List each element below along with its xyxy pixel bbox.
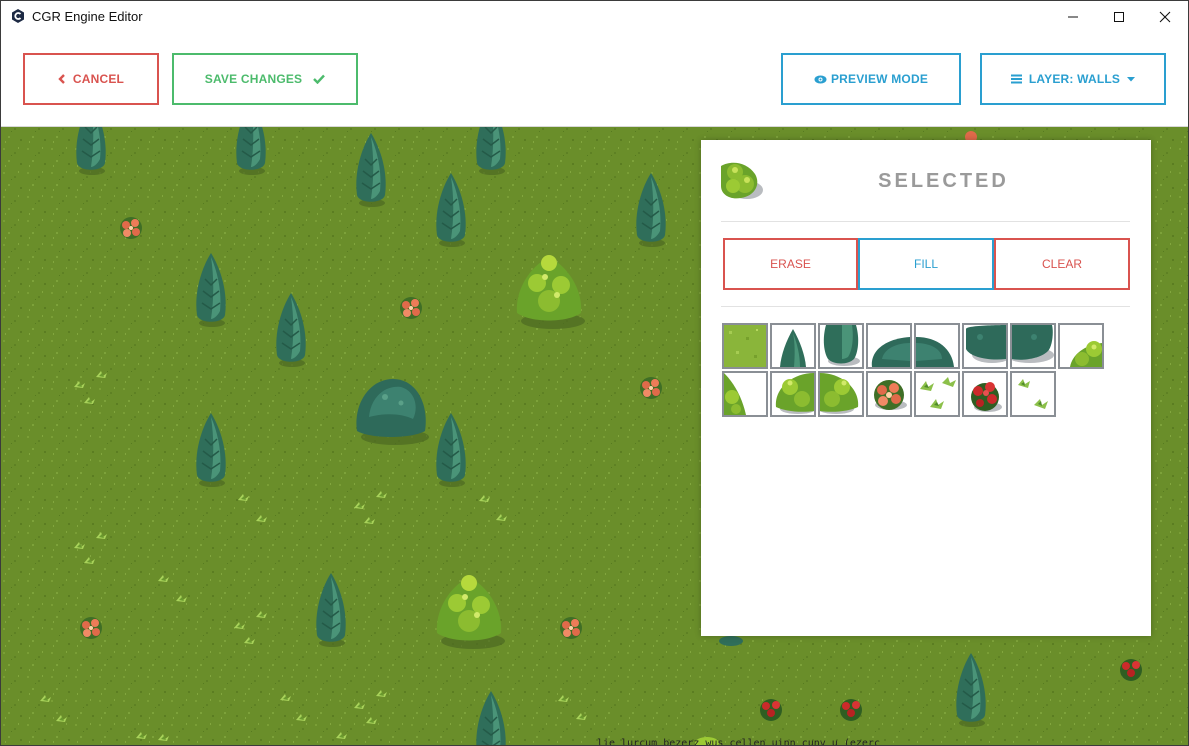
grass-tile[interactable] [722,323,768,369]
cancel-button[interactable]: CANCEL [23,53,159,105]
red-rose [1120,659,1142,681]
light-bush-left-tile[interactable] [770,371,816,417]
round-bush-right-tile[interactable] [914,323,960,369]
close-icon [1159,11,1171,22]
red-rose [760,699,782,721]
red-flower-bush [400,297,422,319]
red-flower-bush [120,217,142,239]
chevron-left-icon [58,74,65,84]
window-title: CGR Engine Editor [32,9,143,24]
check-icon [313,74,326,84]
preview-label: PREVIEW MODE [830,72,929,86]
save-label: SAVE CHANGES [204,72,303,86]
minimize-icon [1068,16,1078,17]
bars-icon [1010,74,1022,84]
selected-tile-panel: SELECTED ERASE FILL CLEAR [701,140,1151,636]
maximize-button[interactable] [1096,1,1142,32]
cancel-label: CANCEL [72,72,125,86]
erase-button[interactable]: ERASE [723,238,858,290]
red-rose [840,699,862,721]
dark-bush-right-tile[interactable] [1010,323,1056,369]
fill-button[interactable]: FILL [858,238,994,290]
red-flower-bush [80,617,102,639]
caret-down-icon [1127,76,1136,81]
minimize-button[interactable] [1050,1,1096,32]
red-flower-bush-tile[interactable] [866,371,912,417]
pine-tree-top-tile[interactable] [770,323,816,369]
red-flower-bush [560,617,582,639]
selected-title: SELECTED [878,170,1009,192]
layer-label: LAYER: WALLS [1028,72,1121,86]
maximize-icon [1114,11,1124,22]
title-bar: CGR Engine Editor [1,1,1188,32]
panel-divider [721,221,1130,222]
eye-icon [814,75,827,83]
grass-tufts-tile[interactable] [914,371,960,417]
toolbar: CANCEL SAVE CHANGES PREVIEW MODE LAYER: … [1,32,1188,127]
editor-window: CGR Engine Editor CANCEL SAVE CHANGES PR… [0,0,1189,746]
round-bush-left-tile[interactable] [866,323,912,369]
panel-divider [721,306,1130,307]
red-flower-bush [640,377,662,399]
tree-partial [719,636,743,646]
light-bush-right-tile[interactable] [818,371,864,417]
dark-bush-left-tile[interactable] [962,323,1008,369]
light-bush-edge-tile[interactable] [722,371,768,417]
app-logo-icon [12,9,24,23]
pine-tree-bottom-tile[interactable] [818,323,864,369]
layer-dropdown[interactable]: LAYER: WALLS [980,53,1166,105]
clear-button[interactable]: CLEAR [994,238,1130,290]
selected-tile-preview [721,162,763,199]
light-bush-corner-tile[interactable] [1058,323,1104,369]
small-sprouts-tile[interactable] [1010,371,1056,417]
close-button[interactable] [1142,1,1188,32]
save-changes-button[interactable]: SAVE CHANGES [172,53,358,105]
preview-mode-button[interactable]: PREVIEW MODE [781,53,961,105]
red-rose-tile[interactable] [962,371,1008,417]
map-bottom-text: lie lurcum bezerz wus cellen uinn cunv u… [597,738,880,746]
